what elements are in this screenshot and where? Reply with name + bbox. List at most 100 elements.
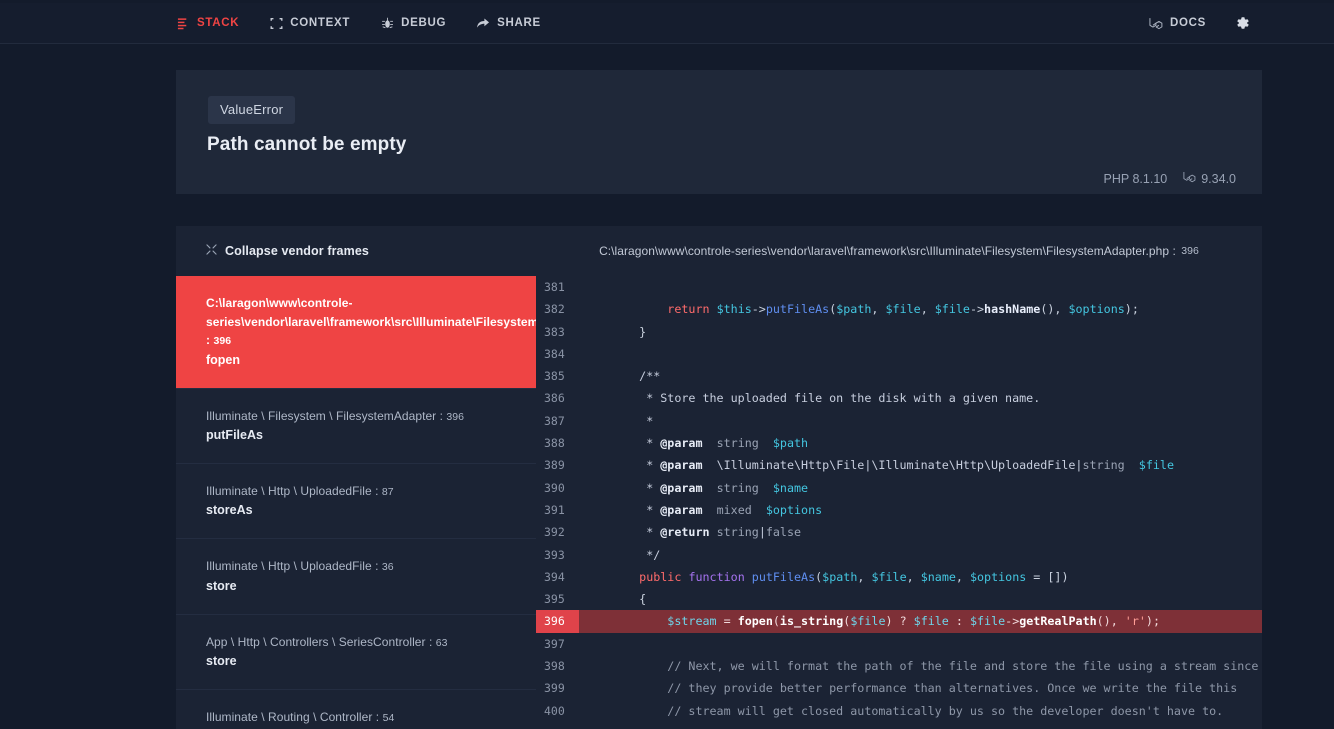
frame-sep: :	[425, 634, 436, 649]
code-line-number: 381	[544, 280, 565, 294]
top-navbar: STACK CONTEXT DEBUG SHARE DOCS	[0, 3, 1334, 44]
code-line-number: 400	[544, 703, 565, 718]
frame-item[interactable]: Illuminate \ Http \ UploadedFile : 87 sto…	[176, 462, 536, 538]
code-line-number: 384	[544, 346, 565, 361]
code-line-source	[579, 343, 618, 365]
code-line-number: 397	[544, 636, 565, 651]
frame-class-name: Illuminate \ Http \ UploadedFile	[206, 483, 372, 498]
stack-icon	[176, 16, 190, 30]
code-line: 383 }	[536, 321, 1262, 343]
code-line: 392 * @return string|false	[536, 521, 1262, 543]
code-file-path-text: C:\laragon\www\controle-series\vendor\la…	[599, 244, 1170, 258]
frame-line-number: 396	[446, 410, 465, 423]
code-line: 385 /**	[536, 365, 1262, 387]
frame-method: fopen	[206, 352, 241, 367]
frames-sidebar: Collapse vendor frames C:\laragon\www\co…	[176, 226, 536, 729]
nav-tab-debug[interactable]: DEBUG	[380, 16, 446, 30]
collapse-vendor-frames-label: Collapse vendor frames	[225, 244, 369, 258]
code-line-source: * @param string $path	[646, 436, 809, 451]
code-line: 399 // they provide better performance t…	[536, 677, 1262, 699]
frame-line-number: 396	[213, 335, 232, 348]
collapse-icon	[206, 244, 217, 258]
frame-line-number: 63	[435, 636, 448, 649]
exception-message: Path cannot be empty	[207, 134, 407, 155]
frame-class: Illuminate \ Http \ UploadedFile : 87	[206, 482, 536, 501]
code-line-number: 393	[544, 547, 565, 562]
code-line: 381	[536, 276, 1262, 298]
share-arrow-icon	[476, 16, 490, 30]
code-line-source: * Store the uploaded file on the disk wi…	[646, 391, 1041, 406]
frame-class-name: C:\laragon\www\controle-series\vendor\la…	[206, 296, 536, 329]
frame-item[interactable]: C:\laragon\www\controle-series\vendor\la…	[176, 276, 536, 388]
collapse-vendor-frames-button[interactable]: Collapse vendor frames	[206, 244, 369, 258]
nav-tab-share[interactable]: SHARE	[476, 16, 541, 30]
code-line: 386 * Store the uploaded file on the dis…	[536, 387, 1262, 409]
code-line: 390 * @param string $name	[536, 477, 1262, 499]
frame-class-name: Illuminate \ Filesystem \ FilesystemAdap…	[206, 408, 437, 423]
exception-header-card: ValueError Path cannot be empty PHP 8.1.…	[176, 70, 1262, 194]
code-line-number: 392	[544, 525, 565, 540]
code-line-source: {	[611, 592, 647, 607]
code-line-number: 387	[544, 413, 565, 428]
code-line-number: 391	[544, 502, 565, 517]
code-line-source: * @param string $name	[646, 480, 809, 495]
code-line-number: 385	[544, 369, 565, 384]
code-line-number: 395	[544, 592, 565, 607]
code-line: 393 */	[536, 544, 1262, 566]
code-line-source	[579, 276, 618, 298]
frame-item[interactable]: App \ Http \ Controllers \ SeriesControl…	[176, 613, 536, 689]
code-line-number: 388	[544, 436, 565, 451]
code-line-source: * @param \Illuminate\Http\File|\Illumina…	[646, 458, 1174, 473]
code-line-source: // stream will get closed automatically …	[667, 703, 1224, 718]
code-line-number: 383	[544, 324, 565, 339]
code-line-source: */	[646, 547, 661, 562]
frame-sep: :	[371, 559, 382, 574]
frame-class: Illuminate \ Http \ UploadedFile : 36	[206, 557, 536, 576]
frame-method: store	[206, 654, 237, 669]
code-line-source: public function putFileAs($path, $file, …	[639, 569, 1069, 584]
navbar-left-group: STACK CONTEXT DEBUG SHARE	[176, 16, 541, 30]
laravel-version: 9.34.0	[1183, 171, 1236, 186]
frame-class: Illuminate \ Filesystem \ FilesystemAdap…	[206, 407, 536, 426]
frame-item[interactable]: Illuminate \ Routing \ Controller : 54ca…	[176, 688, 536, 729]
code-line-number: 390	[544, 480, 565, 495]
code-line-source: /**	[639, 369, 661, 384]
code-line-source: }	[611, 324, 647, 339]
nav-tab-context-label: CONTEXT	[290, 17, 351, 29]
nav-tab-stack-label: STACK	[197, 17, 240, 29]
code-line: 398 // Next, we will format the path of …	[536, 655, 1262, 677]
code-line: 395 {	[536, 588, 1262, 610]
error-page: STACK CONTEXT DEBUG SHARE DOCS ValueErro…	[0, 0, 1334, 729]
nav-docs-label: DOCS	[1169, 17, 1206, 29]
code-line: 382 return $this->putFileAs($path, $file…	[536, 298, 1262, 320]
debug-bug-icon	[380, 16, 394, 30]
code-file-path-sep: :	[1169, 244, 1180, 258]
code-line: 394 public function putFileAs($path, $fi…	[536, 566, 1262, 588]
frame-sep: :	[436, 408, 447, 423]
nav-tab-context[interactable]: CONTEXT	[269, 16, 350, 30]
code-line-number: 394	[544, 569, 565, 584]
laravel-icon	[1149, 16, 1163, 30]
nav-tab-stack[interactable]: STACK	[176, 16, 239, 30]
code-line-source: return $this->putFileAs($path, $file, $f…	[667, 302, 1139, 317]
code-lines: 381 382 return $this->putFileAs($path, $…	[536, 276, 1262, 722]
frame-item[interactable]: Illuminate \ Filesystem \ FilesystemAdap…	[176, 387, 536, 463]
frame-class-name: App \ Http \ Controllers \ SeriesControl…	[206, 634, 426, 649]
version-meta: PHP 8.1.10 9.34.0	[1104, 171, 1236, 186]
code-line-source: $stream = fopen(is_string($file) ? $file…	[667, 614, 1160, 629]
gear-icon[interactable]	[1234, 15, 1250, 31]
frame-line-number: 54	[382, 711, 395, 724]
code-line-source: // they provide better performance than …	[667, 681, 1238, 696]
frame-sep: :	[372, 709, 383, 724]
code-line-number: 398	[544, 659, 565, 674]
laravel-icon	[1183, 171, 1196, 186]
nav-tab-share-label: SHARE	[497, 17, 541, 29]
frame-sep: :	[371, 483, 382, 498]
code-line-source: * @return string|false	[646, 525, 802, 540]
nav-tab-debug-label: DEBUG	[401, 17, 447, 29]
code-line-number: 399	[544, 681, 565, 696]
frame-class: App \ Http \ Controllers \ SeriesControl…	[206, 633, 536, 652]
nav-docs-link[interactable]: DOCS	[1149, 16, 1206, 30]
frame-item[interactable]: Illuminate \ Http \ UploadedFile : 36 sto…	[176, 538, 536, 613]
code-line-highlighted: 396 $stream = fopen(is_string($file) ? $…	[536, 610, 1262, 633]
